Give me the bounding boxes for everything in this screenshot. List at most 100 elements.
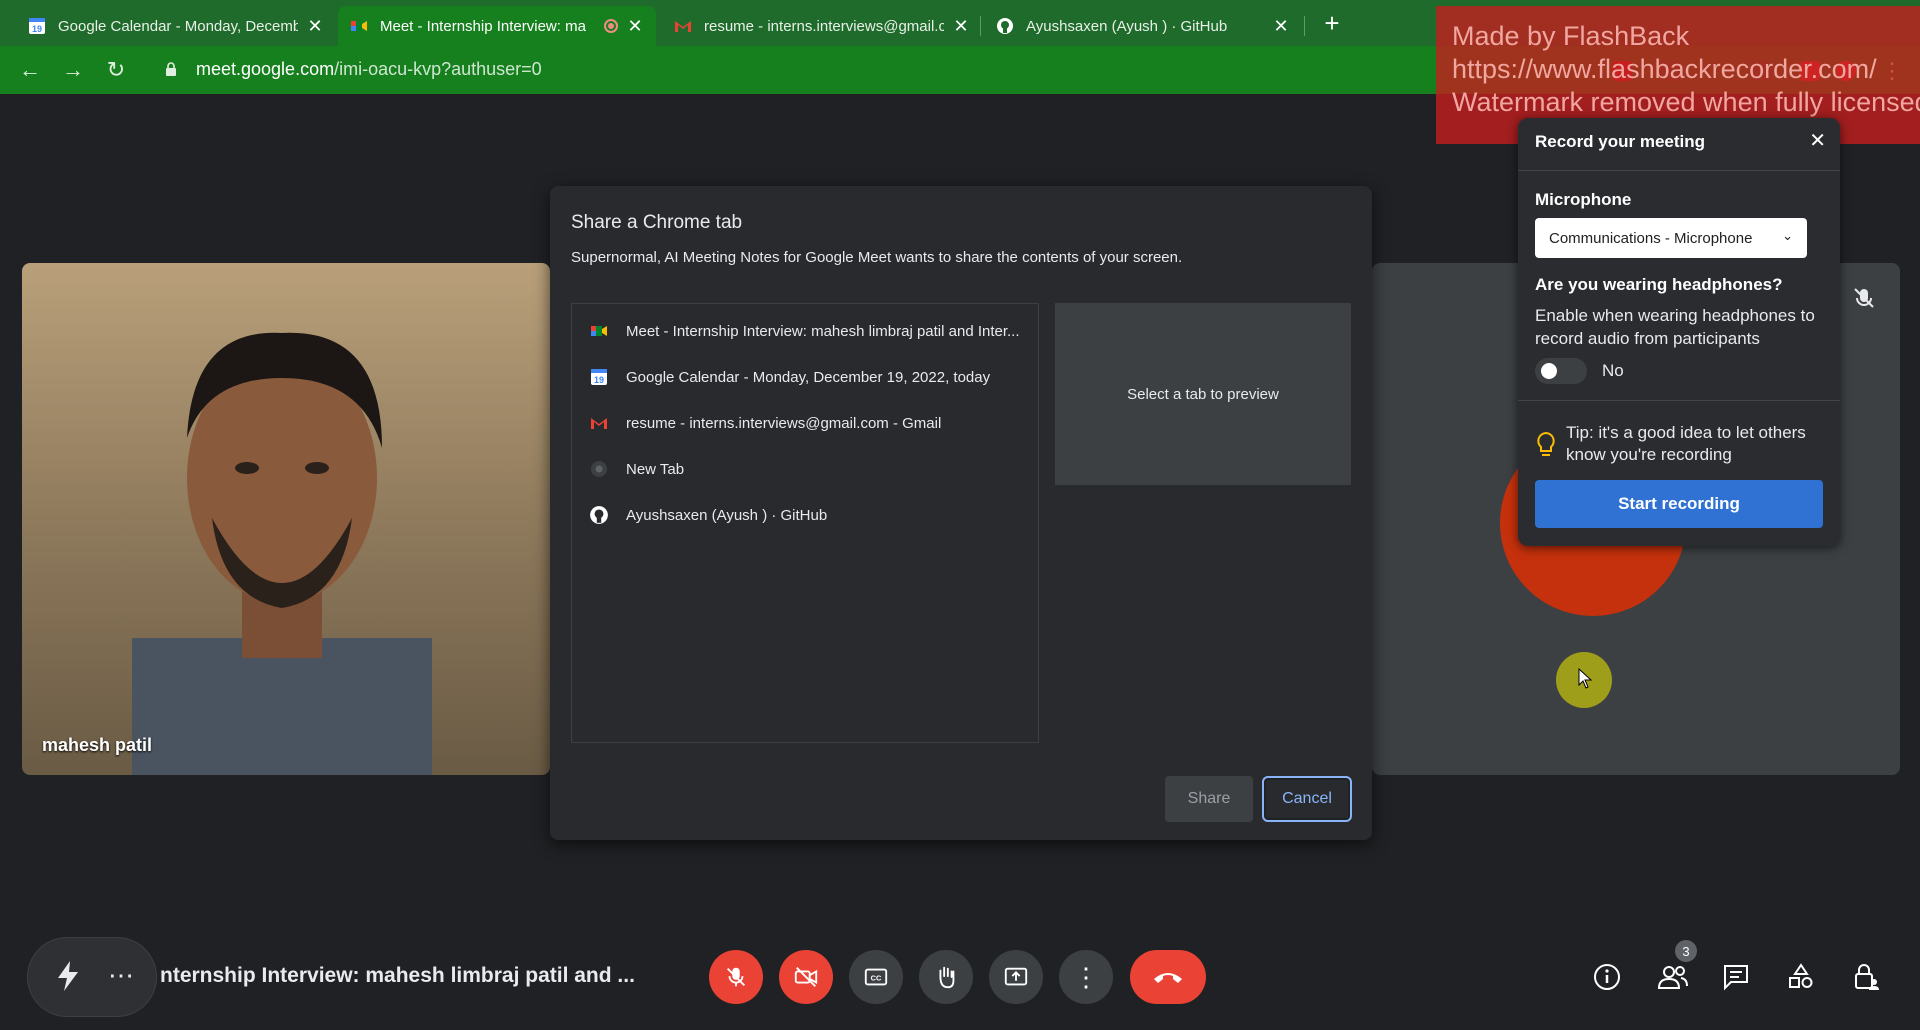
present-screen-button[interactable]: [989, 950, 1043, 1004]
dialog-description: Supernormal, AI Meeting Notes for Google…: [571, 249, 1183, 266]
tab-list-item-label: Meet - Internship Interview: mahesh limb…: [626, 322, 1020, 340]
url-host: meet.google.com: [196, 58, 335, 79]
mouse-cursor-icon: [1578, 668, 1593, 689]
watermark-line: Watermark removed when fully licensed: [1452, 87, 1920, 117]
divider: [1518, 400, 1840, 401]
captions-icon: CC: [864, 968, 888, 986]
cancel-button[interactable]: Cancel: [1262, 776, 1352, 822]
present-screen-icon: [1004, 967, 1028, 986]
tab-list-item-label: New Tab: [626, 460, 685, 478]
share-tab-dialog: Share a Chrome tab Supernormal, AI Meeti…: [550, 186, 1372, 840]
google-meet-icon: [350, 17, 368, 35]
microphone-select-value: Communications - Microphone: [1549, 229, 1753, 247]
camera-toggle-button[interactable]: [779, 950, 833, 1004]
tab-preview: Select a tab to preview: [1055, 303, 1351, 485]
people-button[interactable]: [1656, 960, 1690, 994]
toggle-label: No: [1602, 361, 1624, 380]
svg-text:19: 19: [32, 24, 42, 34]
tab-list-item-label: Ayushsaxen (Ayush ) · GitHub: [626, 506, 828, 524]
close-icon[interactable]: ✕: [1809, 128, 1826, 153]
browser-tab-title: Meet - Internship Interview: ma: [380, 17, 586, 35]
close-tab-icon[interactable]: ✕: [952, 16, 970, 37]
divider: [1518, 170, 1840, 171]
chevron-down-icon: ⌄: [1782, 228, 1793, 243]
close-tab-icon[interactable]: ✕: [1272, 16, 1290, 37]
lock-person-icon: [1855, 964, 1879, 990]
google-calendar-icon: 19: [589, 367, 609, 387]
end-call-button[interactable]: [1130, 950, 1206, 1004]
record-meeting-panel: Record your meeting ✕ Microphone Communi…: [1518, 118, 1840, 546]
captions-button[interactable]: CC: [849, 950, 903, 1004]
watermark-line: Made by FlashBack: [1452, 21, 1690, 51]
google-calendar-icon: 19: [28, 17, 46, 35]
supernormal-pill[interactable]: ⋯: [27, 937, 157, 1017]
activities-icon: [1789, 963, 1813, 988]
tab-list-item-github[interactable]: Ayushsaxen (Ayush ) · GitHub: [572, 492, 1038, 538]
gmail-icon: [589, 413, 609, 433]
new-tab-plus-icon[interactable]: +: [1318, 10, 1346, 38]
meeting-title: nternship Interview: mahesh limbraj pati…: [160, 964, 635, 987]
mic-toggle-button[interactable]: [709, 950, 763, 1004]
participant-name: mahesh patil: [42, 735, 153, 755]
github-icon: [996, 17, 1014, 35]
raise-hand-button[interactable]: [919, 950, 973, 1004]
url-path: /imi-oacu-kvp?authuser=0: [334, 58, 542, 79]
host-controls-button[interactable]: [1849, 960, 1883, 994]
tab-list-item-gmail[interactable]: resume - interns.interviews@gmail.com - …: [572, 400, 1038, 446]
watermark-line: https://www.flashbackrecorder.com/: [1452, 54, 1877, 84]
tab-list-item-new-tab[interactable]: New Tab: [572, 446, 1038, 492]
camera-off-icon: [794, 967, 818, 987]
more-options-icon[interactable]: ⋯: [108, 960, 134, 991]
forward-arrow-icon[interactable]: →: [59, 56, 87, 84]
more-options-button[interactable]: ⋮: [1059, 950, 1113, 1004]
chat-button[interactable]: [1719, 960, 1753, 994]
mic-off-icon: [1854, 288, 1874, 308]
chat-icon: [1724, 965, 1748, 991]
headphones-toggle[interactable]: [1535, 358, 1587, 384]
browser-tab-title: resume - interns.interviews@gmail.c: [704, 17, 944, 35]
github-icon: [589, 505, 609, 525]
browser-tab-meet[interactable]: Meet - Internship Interview: ma ✕: [338, 6, 656, 46]
microphone-label: Microphone: [1535, 190, 1632, 209]
tab-list-item-label: resume - interns.interviews@gmail.com - …: [626, 414, 942, 432]
reload-icon[interactable]: ↻: [102, 56, 130, 84]
microphone-select[interactable]: Communications - Microphone ⌄: [1535, 218, 1807, 258]
svg-text:19: 19: [594, 375, 604, 385]
browser-tab-gmail[interactable]: resume - interns.interviews@gmail.c ✕: [662, 6, 982, 46]
google-meet-icon: [589, 321, 609, 341]
browser-tab-github[interactable]: Ayushsaxen (Ayush ) · GitHub ✕: [984, 6, 1302, 46]
tab-separator: [1304, 16, 1305, 36]
share-button[interactable]: Share: [1165, 776, 1253, 822]
tip-text: Tip: it's a good idea to let others know…: [1566, 423, 1806, 464]
gmail-icon: [674, 17, 692, 35]
browser-tab-title: Google Calendar - Monday, Decemb: [58, 17, 298, 35]
panel-title: Record your meeting: [1535, 132, 1706, 151]
lightbulb-icon: [1537, 431, 1555, 456]
mic-off-icon: [726, 967, 746, 987]
tab-list-item-meet[interactable]: Meet - Internship Interview: mahesh limb…: [572, 308, 1038, 354]
hang-up-icon: [1154, 973, 1182, 983]
supernormal-logo-icon: [58, 961, 78, 991]
tab-list: Meet - Internship Interview: mahesh limb…: [571, 303, 1039, 743]
svg-text:CC: CC: [871, 974, 882, 983]
vertical-dots-icon: ⋮: [1073, 962, 1099, 992]
tab-list-item-calendar[interactable]: 19 Google Calendar - Monday, December 19…: [572, 354, 1038, 400]
back-arrow-icon[interactable]: ←: [16, 56, 44, 84]
meeting-details-button[interactable]: [1590, 960, 1624, 994]
people-count-badge: 3: [1675, 940, 1697, 962]
info-icon: [1594, 964, 1620, 990]
activities-button[interactable]: [1784, 960, 1818, 994]
people-icon: [1657, 966, 1688, 989]
browser-tab-calendar[interactable]: 19 Google Calendar - Monday, Decemb ✕: [16, 6, 336, 46]
url-text: meet.google.com/imi-oacu-kvp?authuser=0: [196, 59, 542, 80]
headphones-description: Enable when wearing headphones to record…: [1535, 306, 1815, 348]
close-tab-icon[interactable]: ✕: [626, 16, 644, 37]
tab-separator: [980, 16, 981, 36]
participant-video-tile[interactable]: mahesh patil: [22, 263, 550, 775]
address-bar[interactable]: meet.google.com/imi-oacu-kvp?authuser=0: [150, 51, 1430, 87]
dialog-title: Share a Chrome tab: [571, 212, 743, 233]
headphones-label: Are you wearing headphones?: [1535, 275, 1783, 294]
browser-tab-title: Ayushsaxen (Ayush ) · GitHub: [1026, 17, 1228, 35]
start-recording-button[interactable]: Start recording: [1535, 480, 1823, 528]
close-tab-icon[interactable]: ✕: [306, 16, 324, 37]
